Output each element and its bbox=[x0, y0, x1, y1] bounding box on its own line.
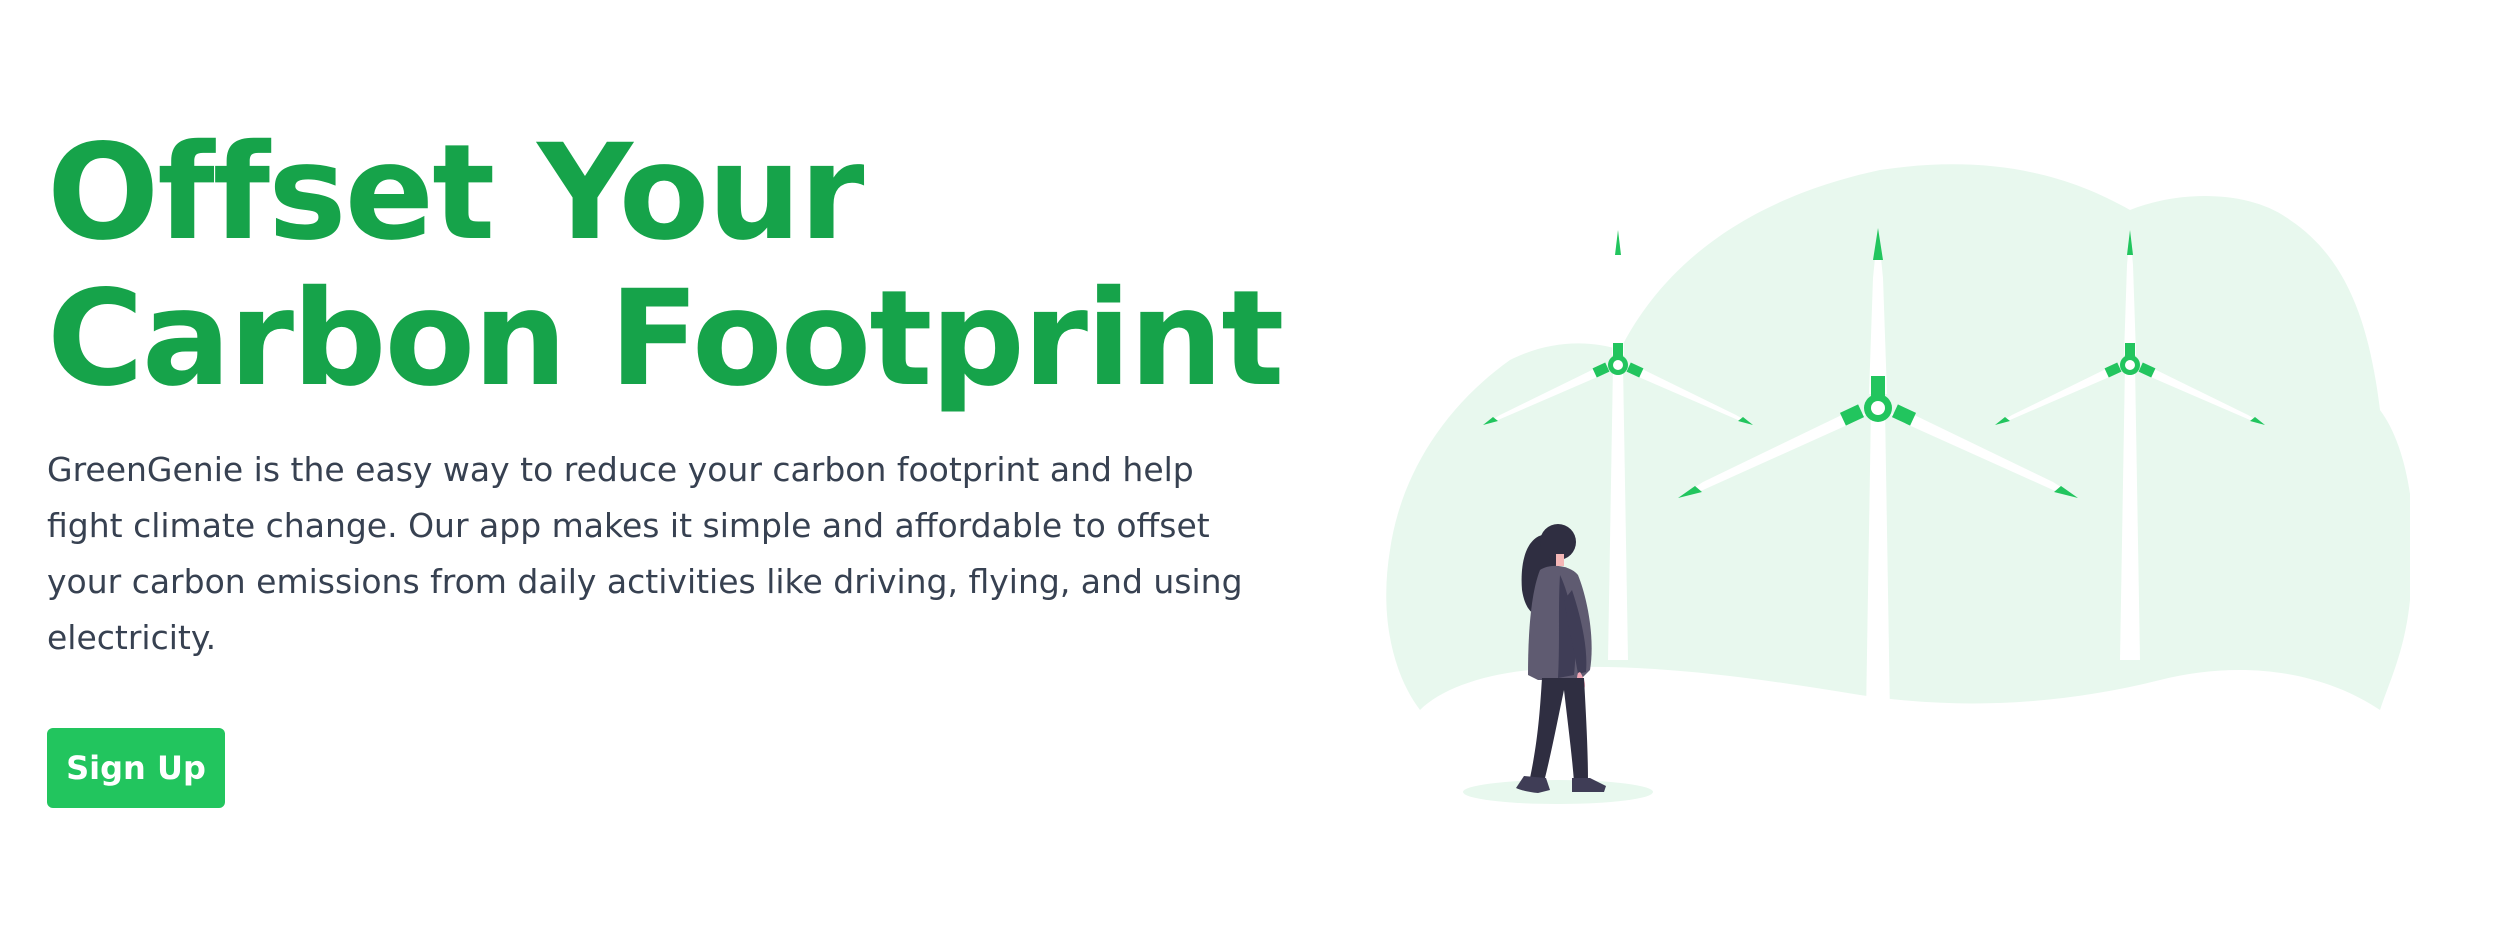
hero-text-block: Offset Your Carbon Footprint GreenGenie … bbox=[47, 120, 1307, 666]
ground-shadow bbox=[1463, 780, 1653, 804]
hero-description: GreenGenie is the easy way to reduce you… bbox=[47, 450, 1243, 657]
hero-title-line-1: Offset Your bbox=[47, 116, 864, 270]
signup-button[interactable]: Sign Up bbox=[47, 728, 225, 808]
hero-title: Offset Your Carbon Footprint bbox=[47, 120, 1307, 412]
wind-turbines-illustration bbox=[1386, 164, 2410, 830]
hero-section: Offset Your Carbon Footprint GreenGenie … bbox=[0, 0, 2517, 928]
hero-title-line-2: Carbon Footprint bbox=[47, 262, 1284, 416]
